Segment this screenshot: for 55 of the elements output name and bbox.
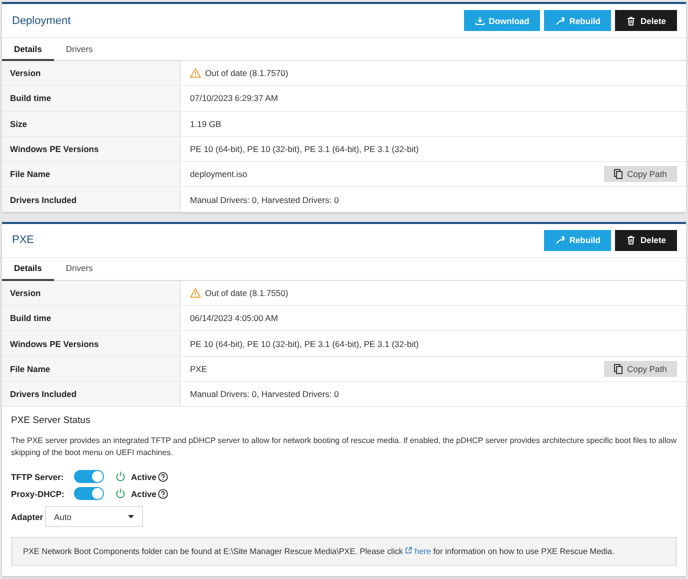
row-value: deployment.iso — [190, 169, 248, 180]
copy-icon — [614, 169, 624, 180]
copy-path-button[interactable]: Copy Path — [604, 166, 677, 182]
wrench-icon — [555, 16, 566, 26]
row-value: PE 10 (64-bit), PE 10 (32-bit), PE 3.1 (64-bit), PE 3.1 (32-bit) — [190, 144, 419, 154]
wrench-icon — [555, 235, 566, 246]
row-label: Drivers Included — [2, 187, 181, 212]
row-value: 1.19 GB — [190, 118, 222, 129]
row-label: Version — [2, 280, 181, 306]
row-label: Drivers Included — [2, 382, 181, 406]
trash-icon — [626, 235, 636, 246]
info-text: PXE Network Boot Components folder can be found at E:\Site Manager Rescue Media\PXE. Please click here for information on how to use PXE Rescue Media. — [23, 547, 616, 556]
row-value: Manual Drivers: 0, Harvested Drivers: 0 — [190, 194, 339, 205]
row-label: File Name — [2, 162, 181, 186]
row-value: PE 10 (64-bit), PE 10 (32-bit), PE 3.1 (64-bit), PE 3.1 (32-bit) — [190, 338, 419, 349]
copy-path-button[interactable]: Copy Path — [604, 360, 677, 377]
tab[interactable]: Drivers — [54, 258, 105, 281]
section-heading: PXE Server Status — [11, 415, 92, 426]
power-icon — [115, 471, 126, 482]
delete-button[interactable]: Delete — [615, 230, 677, 251]
toggle-switch[interactable] — [74, 487, 104, 500]
row-label: Size — [2, 112, 181, 136]
status-text: Active — [131, 488, 157, 499]
tab[interactable]: Drivers — [54, 38, 105, 61]
row-value: Out of date (8.1.7570) — [205, 68, 288, 78]
panel-title: Deployment — [12, 14, 71, 26]
power-icon — [115, 488, 126, 500]
download-icon — [474, 16, 485, 26]
row-label: Windows PE Versions — [2, 331, 181, 356]
adapter-label: Adapter — [11, 512, 44, 522]
row-label: Build time — [2, 306, 181, 330]
status-text: Active — [131, 472, 157, 482]
row-value: PXE — [190, 364, 208, 374]
row-label: File Name — [2, 356, 181, 381]
caret-icon — [128, 514, 134, 519]
row-value: Manual Drivers: 0, Harvested Drivers: 0 — [190, 389, 339, 400]
delete-button[interactable]: Delete — [615, 10, 677, 31]
switch-label: TFTP Server: — [11, 472, 65, 482]
description-text: The PXE server provides an integrated TFTP and pDHCP server to allow for network booting of rescue media. If enabled, the pDHCP server provides architecture specific boot files to allow skipping of the boot menu on UEFI machines. — [11, 435, 677, 458]
row-label: Build time — [2, 86, 181, 111]
row-label: Windows PE Versions — [2, 136, 181, 162]
help-link[interactable]: here — [405, 547, 431, 556]
help-icon[interactable] — [158, 472, 168, 482]
switch-label: Proxy-DHCP: — [11, 488, 66, 499]
external-link-icon — [405, 547, 412, 554]
panel-title: PXE — [12, 234, 34, 246]
row-value: 06/14/2023 4:05:00 AM — [190, 313, 278, 324]
row-value: Out of date (8.1.7550) — [205, 288, 288, 298]
adapter-dropdown[interactable]: Auto — [45, 506, 143, 528]
toggle-switch[interactable] — [74, 470, 104, 484]
copy-icon — [614, 364, 624, 374]
row-value: 07/10/2023 6:29:37 AM — [190, 93, 278, 104]
help-icon[interactable] — [158, 488, 168, 499]
row-label: Version — [2, 61, 181, 86]
trash-icon — [626, 16, 636, 26]
